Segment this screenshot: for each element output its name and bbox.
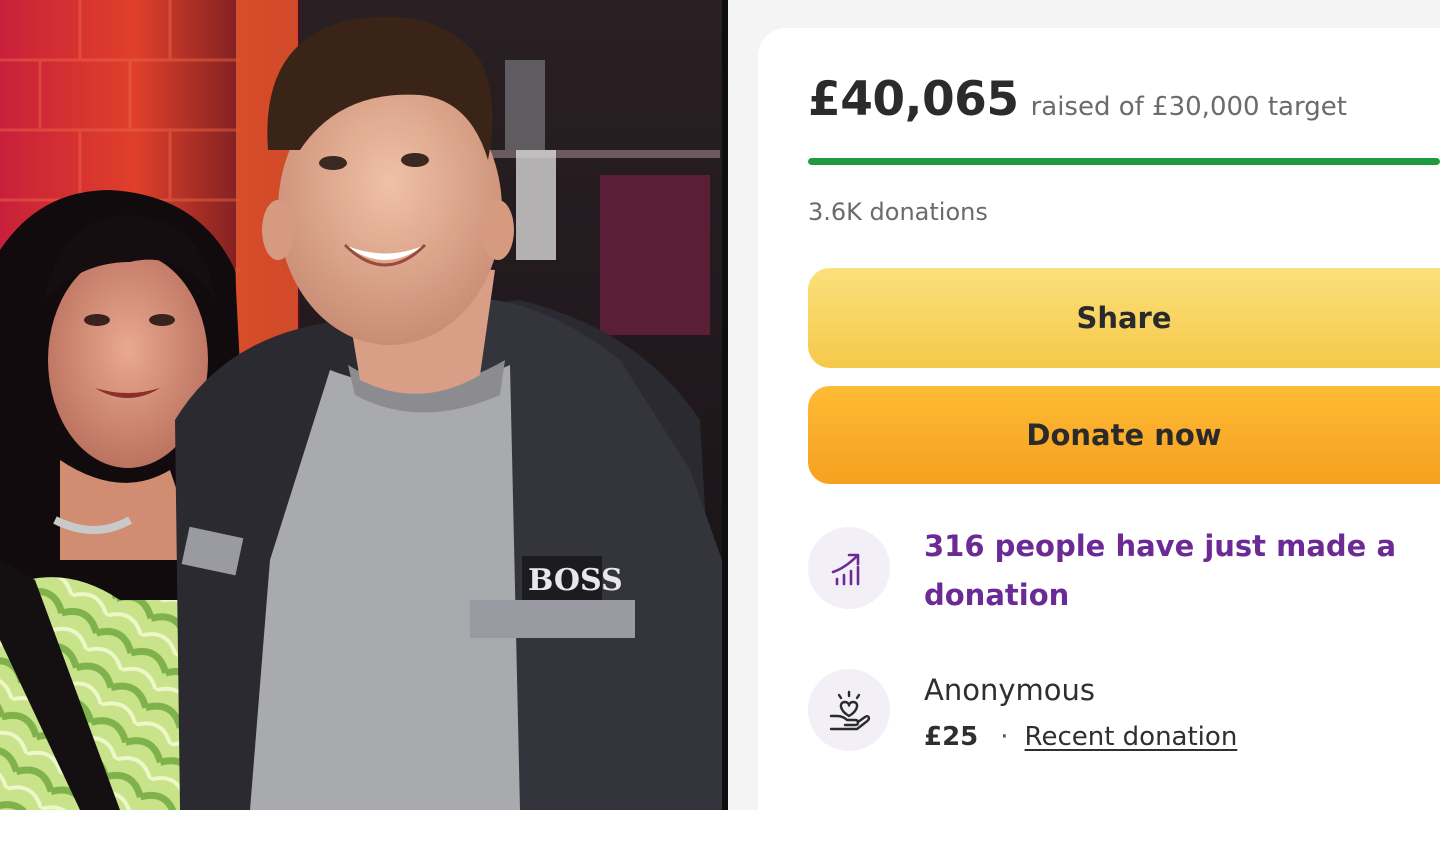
donation-amount: £25 — [924, 722, 979, 752]
share-button-label: Share — [1076, 301, 1172, 335]
donor-name: Anonymous — [924, 673, 1095, 707]
share-button[interactable]: Share — [808, 268, 1440, 368]
progress-bar-fill — [808, 158, 1440, 165]
donation-details: £25 · Recent donation — [924, 722, 1237, 752]
donation-icon-badge — [808, 669, 890, 751]
heart-hand-icon — [829, 690, 871, 731]
fundraising-summary: £40,065 raised of £30,000 target — [808, 72, 1347, 127]
photo-illustration: BOSS — [0, 0, 722, 810]
trending-icon-badge — [808, 527, 890, 609]
donate-button-label: Donate now — [1026, 418, 1222, 452]
target-text: raised of £30,000 target — [1030, 92, 1347, 122]
recent-donation-link[interactable]: Recent donation — [1025, 722, 1238, 752]
shirt-logo-text: BOSS — [528, 563, 623, 598]
separator-dot: · — [1000, 722, 1009, 752]
progress-bar — [808, 158, 1440, 165]
amount-raised: £40,065 — [808, 72, 1019, 127]
donations-count: 3.6K donations — [808, 198, 988, 226]
trending-up-icon — [831, 553, 860, 586]
donate-now-button[interactable]: Donate now — [808, 386, 1440, 484]
recent-activity-text: 316 people have just made a donation — [924, 529, 1397, 612]
fundraiser-photo: BOSS — [0, 0, 722, 810]
